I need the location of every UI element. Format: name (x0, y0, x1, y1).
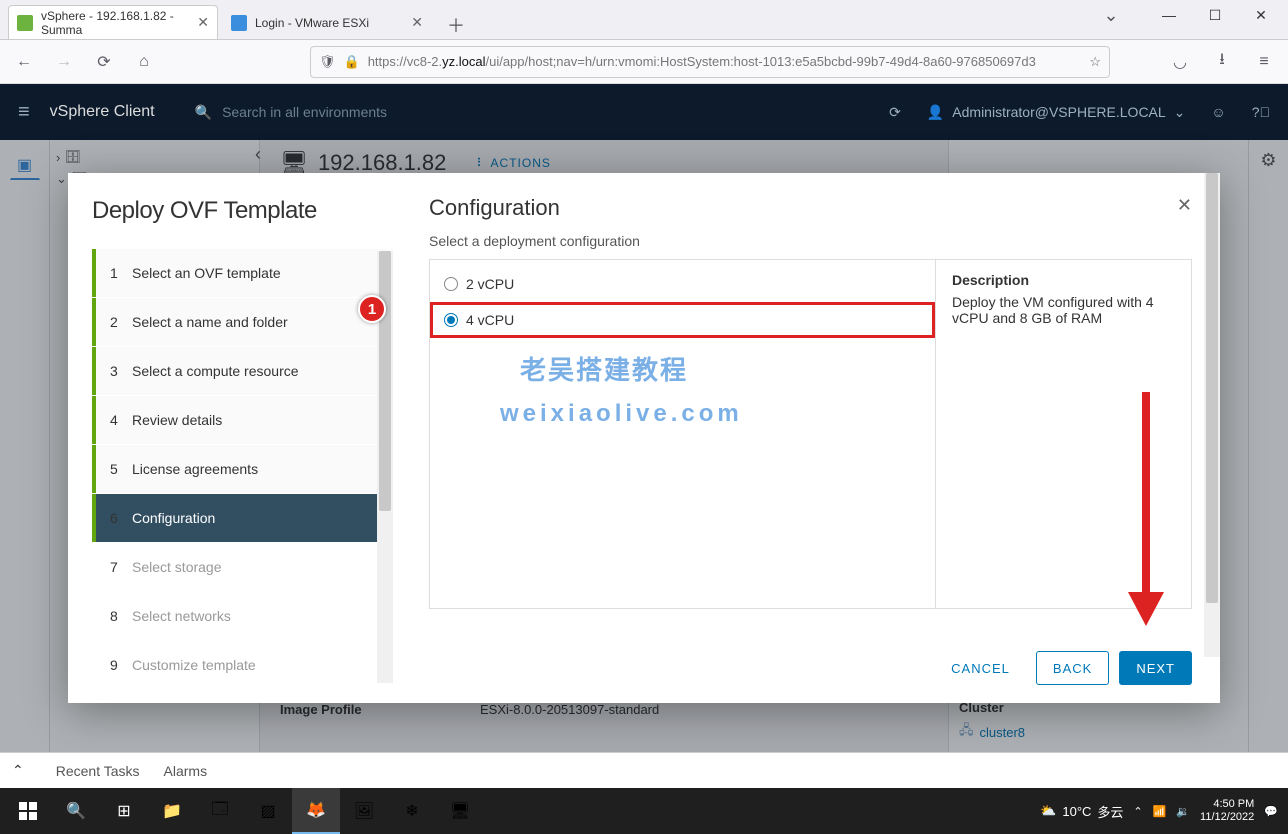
windows-taskbar: 🔍 ⊞ 📁 🗔 ▨ 🦊 🖼 ❄ 🖥 ⛅ 10°C 多云 ⌃ 📶 🔉 4:50 P… (0, 788, 1288, 834)
help-icon[interactable]: ?⃝ (1252, 104, 1270, 120)
user-icon: 👤 (927, 104, 944, 121)
next-button[interactable]: NEXT (1119, 651, 1192, 685)
terminal-icon[interactable]: ▨ (244, 788, 292, 834)
search-icon: 🔍 (195, 104, 212, 121)
chevron-up-icon[interactable]: ⌃ (12, 762, 24, 779)
shield-icon: 🛡 (319, 54, 336, 70)
address-bar[interactable]: 🛡 🔒 https://vc8-2.yz.local/ui/app/host;n… (310, 46, 1110, 78)
start-button[interactable] (4, 788, 52, 834)
refresh-icon[interactable]: ⟳ (889, 104, 901, 121)
wizard-step-9: 9Customize template (92, 641, 393, 689)
wizard-step-8: 8Select networks (92, 592, 393, 640)
taskview-icon[interactable]: ⊞ (100, 788, 148, 834)
clock[interactable]: 4:50 PM 11/12/2022 (1200, 798, 1254, 823)
app-icon[interactable]: 🗔 (196, 788, 244, 834)
forward-button[interactable]: → (50, 48, 78, 76)
modal-close-button[interactable]: ✕ (1177, 195, 1192, 221)
wizard-content-panel: Configuration ✕ Select a deployment conf… (393, 173, 1220, 703)
step-title: Configuration (429, 195, 560, 221)
tray-chevron-icon[interactable]: ⌃ (1133, 805, 1142, 818)
wizard-step-6[interactable]: 6Configuration (92, 494, 393, 542)
system-tray[interactable]: ⛅ 10°C 多云 ⌃ 📶 🔉 4:50 PM 11/12/2022 💬 (1040, 798, 1284, 823)
app-icon[interactable]: 🖼 (340, 788, 388, 834)
menu-icon[interactable]: ≡ (18, 101, 30, 124)
esxi-favicon-icon (231, 15, 247, 31)
option-label: 2 vCPU (466, 276, 514, 292)
description-heading: Description (952, 272, 1175, 288)
wizard-step-4[interactable]: 4Review details (92, 396, 393, 444)
back-button[interactable]: BACK (1036, 651, 1109, 685)
network-icon[interactable]: 📶 (1153, 805, 1167, 818)
radio-checked-icon (444, 313, 458, 327)
notifications-icon[interactable]: 💬 (1264, 805, 1278, 818)
pocket-icon[interactable]: ◡ (1166, 48, 1194, 76)
browser-toolbar: ← → ⟳ ⌂ 🛡 🔒 https://vc8-2.yz.local/ui/ap… (0, 40, 1288, 84)
url-text: https://vc8-2.yz.local/ui/app/host;nav=h… (368, 54, 1036, 69)
downloads-icon[interactable]: ⭳ (1208, 48, 1236, 76)
maximize-button[interactable]: ☐ (1192, 0, 1238, 30)
step-subtitle: Select a deployment configuration (429, 233, 1192, 249)
explorer-icon[interactable]: 📁 (148, 788, 196, 834)
search-taskbar-icon[interactable]: 🔍 (52, 788, 100, 834)
browser-tab-strip: vSphere - 192.168.1.82 - Summa ✕ Login -… (0, 0, 1288, 40)
wizard-step-7: 7Select storage (92, 543, 393, 591)
modal-title: Deploy OVF Template (92, 197, 393, 225)
smiley-icon[interactable]: ☺ (1211, 104, 1225, 120)
option-label: 4 vCPU (466, 312, 514, 328)
user-menu[interactable]: 👤 Administrator@VSPHERE.LOCAL ⌄ (927, 104, 1186, 121)
content-scrollbar[interactable] (1204, 173, 1220, 657)
global-search[interactable]: 🔍 Search in all environments (195, 104, 387, 121)
product-title: vSphere Client (50, 103, 155, 121)
browser-tab[interactable]: Login - VMware ESXi ✕ (222, 5, 432, 39)
alarms-tab[interactable]: Alarms (164, 763, 208, 779)
vsphere-favicon-icon (17, 15, 33, 31)
minimize-button[interactable]: — (1146, 0, 1192, 30)
tasks-alarms-bar[interactable]: ⌃ Recent Tasks Alarms (0, 752, 1288, 788)
wizard-step-3[interactable]: 3Select a compute resource (92, 347, 393, 395)
annotation-badge-1: 1 (358, 295, 386, 323)
home-button[interactable]: ⌂ (130, 48, 158, 76)
deploy-ovf-modal: Deploy OVF Template 1Select an OVF templ… (68, 173, 1220, 703)
recent-tasks-tab[interactable]: Recent Tasks (56, 763, 140, 779)
annotation-arrow (1131, 392, 1161, 626)
config-option-2vcpu[interactable]: 2 vCPU (430, 266, 935, 302)
new-tab-button[interactable]: ＋ (442, 11, 470, 39)
radio-icon (444, 277, 458, 291)
browser-tab-active[interactable]: vSphere - 192.168.1.82 - Summa ✕ (8, 5, 218, 39)
tab-title: vSphere - 192.168.1.82 - Summa (41, 9, 189, 37)
firefox-icon[interactable]: 🦊 (292, 788, 340, 834)
reload-button[interactable]: ⟳ (90, 48, 118, 76)
weather-icon: ⛅ (1040, 803, 1056, 819)
user-label: Administrator@VSPHERE.LOCAL (952, 104, 1165, 120)
vsphere-header: ≡ vSphere Client 🔍 Search in all environ… (0, 84, 1288, 140)
lock-icon: 🔒 (344, 54, 360, 70)
sound-icon[interactable]: 🔉 (1176, 805, 1190, 818)
close-icon[interactable]: ✕ (411, 14, 423, 31)
config-option-list: 2 vCPU 4 vCPU (430, 260, 935, 608)
back-button[interactable]: ← (10, 48, 38, 76)
description-body: Deploy the VM configured with 4 vCPU and… (952, 294, 1175, 326)
app-menu-button[interactable]: ≡ (1250, 48, 1278, 76)
app-icon[interactable]: ❄ (388, 788, 436, 834)
search-placeholder: Search in all environments (222, 104, 387, 120)
chevron-down-icon[interactable]: ⌄ (1096, 0, 1126, 30)
configuration-area: 2 vCPU 4 vCPU Description Deploy the VM … (429, 259, 1192, 609)
close-icon[interactable]: ✕ (197, 14, 209, 31)
chevron-down-icon: ⌄ (1174, 104, 1186, 121)
close-window-button[interactable]: ✕ (1238, 0, 1284, 30)
app-icon[interactable]: 🖥 (436, 788, 484, 834)
wizard-step-5[interactable]: 5License agreements (92, 445, 393, 493)
wizard-footer: CANCEL BACK NEXT (429, 637, 1192, 685)
tab-title: Login - VMware ESXi (255, 16, 369, 30)
window-controls: ⌄ — ☐ ✕ (1096, 0, 1284, 30)
config-option-4vcpu[interactable]: 4 vCPU (430, 302, 935, 338)
cancel-button[interactable]: CANCEL (935, 651, 1026, 685)
wizard-steps-panel: Deploy OVF Template 1Select an OVF templ… (68, 173, 393, 703)
weather-widget[interactable]: ⛅ 10°C 多云 (1040, 802, 1123, 821)
wizard-step-1[interactable]: 1Select an OVF template (92, 249, 393, 297)
wizard-step-2[interactable]: 2Select a name and folder (92, 298, 393, 346)
bookmark-star-icon[interactable]: ☆ (1089, 54, 1101, 70)
